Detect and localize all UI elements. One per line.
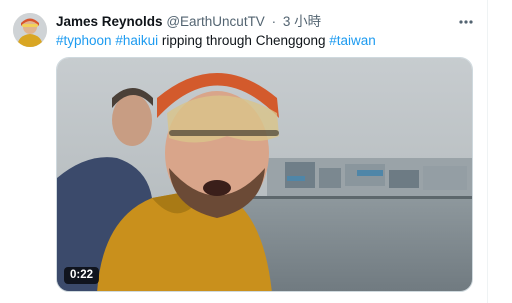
tweet-timestamp[interactable]: 3 小時 (283, 14, 321, 29)
more-dots-icon (459, 20, 473, 24)
separator-dot: · (271, 14, 277, 29)
video-duration: 0:22 (64, 267, 100, 284)
avatar[interactable] (13, 13, 47, 47)
author-handle[interactable]: @EarthUncutTV (166, 14, 265, 29)
tweet-text: #typhoon #haikui ripping through Chenggo… (56, 32, 376, 50)
column-divider (487, 0, 488, 303)
author-name[interactable]: James Reynolds (56, 14, 163, 29)
more-options-button[interactable] (456, 12, 476, 32)
tweet-header: James Reynolds @EarthUncutTV · 3 小時 (56, 13, 321, 31)
hashtag-haikui[interactable]: #haikui (115, 33, 158, 48)
hashtag-taiwan[interactable]: #taiwan (329, 33, 376, 48)
video-thumbnail (57, 58, 472, 291)
tweet-card[interactable]: James Reynolds @EarthUncutTV · 3 小時 #typ… (0, 0, 512, 303)
hashtag-typhoon[interactable]: #typhoon (56, 33, 112, 48)
tweet-body-text: ripping through Chenggong (161, 33, 326, 48)
video-player[interactable]: 0:22 (56, 57, 473, 292)
avatar-image (13, 13, 47, 47)
